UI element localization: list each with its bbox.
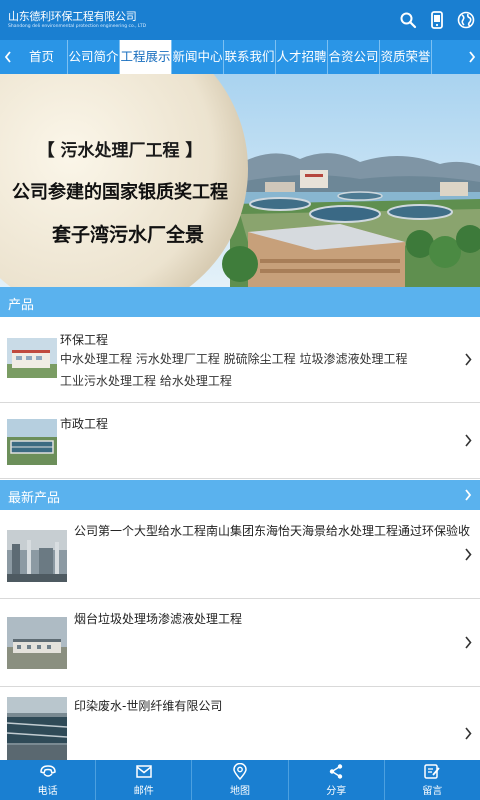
item-title: 环保工程 (60, 333, 109, 347)
logo-text-en: Shandong deli environmental protection e… (8, 24, 147, 29)
list-item[interactable]: 公司第一个大型给水工程南山集团东海怡天海景给水处理工程通过环保验收 (0, 510, 480, 599)
main-nav: 首页 公司简介 工程展示 新闻中心 联系我们 人才招聘 合资公司 资质荣誉 (0, 40, 480, 74)
product-thumbnail (7, 419, 57, 465)
banner-line-2: 公司参建的国家银质奖工程 (12, 182, 228, 203)
hero-banner[interactable]: 【 污水处理厂工程 】 公司参建的国家银质奖工程 套子湾污水厂全景 (0, 74, 480, 287)
nav-tab[interactable]: 人才招聘 (276, 40, 328, 74)
item-title: 烟台垃圾处理场渗滤液处理工程 (74, 612, 243, 626)
item-subcategories: 中水处理工程 污水处理厂工程 脱硫除尘工程 垃圾渗滤液处理工程 (60, 352, 408, 366)
nav-scroll-left-icon[interactable] (0, 40, 16, 74)
chevron-right-icon (465, 489, 472, 501)
tab-map[interactable]: 地图 (192, 760, 289, 800)
chevron-right-icon (465, 727, 472, 740)
product-thumbnail (7, 697, 67, 760)
chevron-right-icon (465, 636, 472, 649)
nav-tab[interactable]: 联系我们 (224, 40, 276, 74)
tab-label: 邮件 (133, 786, 154, 797)
chevron-right-icon (465, 353, 472, 366)
banner-line-3: 套子湾污水厂全景 (51, 224, 204, 246)
list-item[interactable]: 印染废水-世刚纤维有限公司 (0, 687, 480, 760)
edit-icon (424, 764, 441, 779)
nav-tab[interactable]: 新闻中心 (172, 40, 224, 74)
section-title: 产品 (8, 298, 35, 313)
tab-label: 留言 (422, 786, 443, 797)
nav-tab[interactable]: 首页 (16, 40, 68, 74)
list-item[interactable]: 烟台垃圾处理场渗滤液处理工程 (0, 599, 480, 687)
item-title: 印染废水-世刚纤维有限公司 (74, 699, 223, 713)
nav-tab[interactable]: 合资公司 (328, 40, 380, 74)
logo-text-cn: 山东德利环保工程有限公司 (8, 10, 137, 23)
products-section-header[interactable]: 产品 (0, 287, 480, 317)
product-thumbnail (7, 617, 67, 669)
map-pin-icon (233, 763, 247, 780)
item-title: 公司第一个大型给水工程南山集团东海怡天海景给水处理工程通过环保验收 (74, 524, 471, 538)
tab-share[interactable]: 分享 (289, 760, 385, 800)
nav-scroll-right-icon[interactable] (464, 40, 480, 74)
app-header: 山东德利环保工程有限公司 Shandong deli environmental… (0, 0, 480, 40)
company-logo[interactable]: 山东德利环保工程有限公司 Shandong deli environmental… (8, 6, 146, 34)
globe-icon[interactable] (454, 8, 478, 32)
tab-mail[interactable]: 邮件 (96, 760, 193, 800)
banner-line-1: 【 污水处理厂工程 】 (37, 141, 203, 161)
list-item[interactable]: 环保工程 中水处理工程 污水处理厂工程 脱硫除尘工程 垃圾渗滤液处理工程 工业污… (0, 317, 480, 403)
bottom-tab-bar: 电话 邮件 地图 分享 留言 (0, 760, 480, 800)
latest-products-section-header[interactable]: 最新产品 (0, 480, 480, 510)
tab-label: 地图 (230, 786, 250, 797)
chevron-right-icon (465, 434, 472, 447)
nav-items: 首页 公司简介 工程展示 新闻中心 联系我们 人才招聘 合资公司 资质荣誉 (16, 40, 464, 74)
section-title: 最新产品 (8, 491, 61, 506)
tab-phone[interactable]: 电话 (0, 760, 97, 800)
mail-icon (136, 765, 152, 778)
nav-tab[interactable]: 工程展示 (120, 40, 172, 74)
nav-tab[interactable]: 资质荣誉 (380, 40, 432, 74)
product-thumbnail (7, 338, 57, 378)
chevron-right-icon (465, 548, 472, 561)
phone-icon[interactable] (425, 8, 449, 32)
item-title: 市政工程 (60, 417, 109, 431)
product-thumbnail (7, 530, 67, 582)
list-item[interactable]: 市政工程 (0, 403, 480, 479)
tab-label: 电话 (37, 786, 58, 797)
item-subcategories: 工业污水处理工程 给水处理工程 (60, 374, 232, 388)
search-icon[interactable] (396, 8, 420, 32)
phone-icon (39, 765, 56, 777)
share-icon (330, 764, 343, 779)
tab-message[interactable]: 留言 (385, 760, 480, 800)
tab-label: 分享 (326, 786, 347, 797)
nav-tab[interactable]: 公司简介 (68, 40, 120, 74)
